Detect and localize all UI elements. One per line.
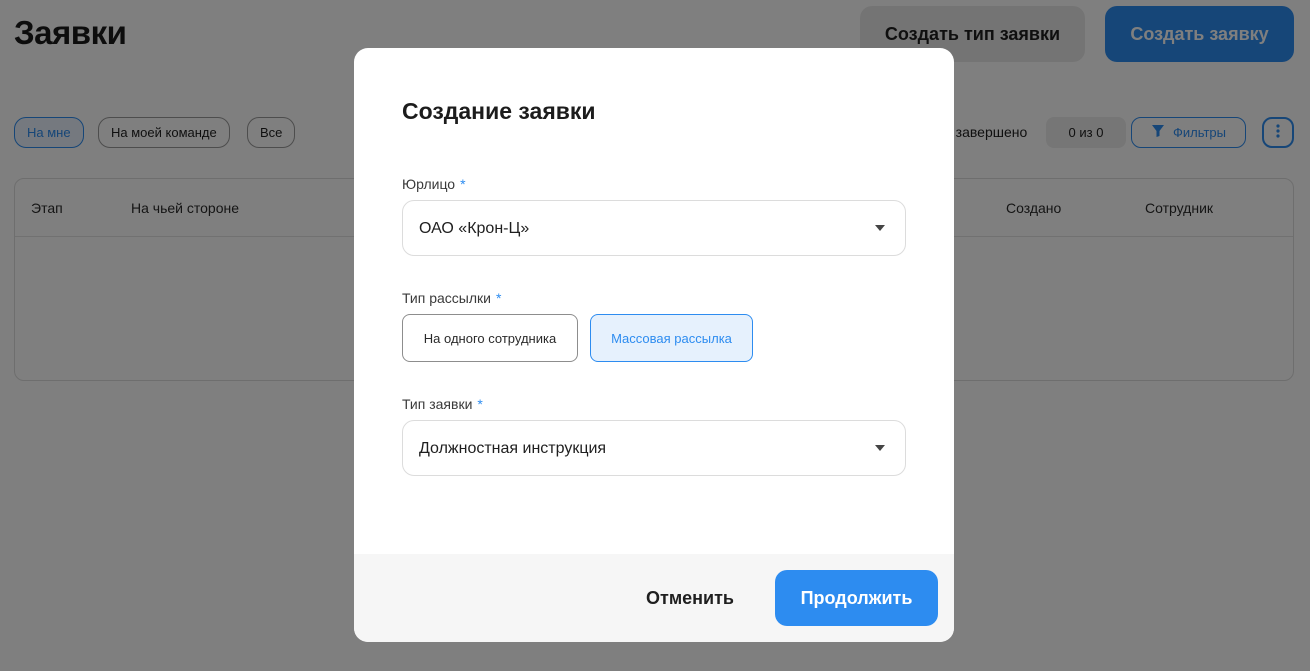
mailing-type-label-text: Тип рассылки [402, 290, 491, 306]
caret-down-icon [875, 445, 885, 451]
request-type-value: Должностная инструкция [419, 440, 607, 457]
modal-footer: Отменить Продолжить [354, 554, 954, 642]
caret-down-icon [875, 225, 885, 231]
required-mark: * [495, 290, 502, 306]
legal-entity-select[interactable]: ОАО «Крон-Ц» [402, 200, 906, 256]
modal-title: Создание заявки [402, 98, 596, 124]
cancel-button[interactable]: Отменить [630, 576, 750, 620]
request-type-label-text: Тип заявки [402, 396, 473, 412]
request-type-select[interactable]: Должностная инструкция [402, 420, 906, 476]
continue-button[interactable]: Продолжить [775, 570, 938, 626]
mailing-type-label: Тип рассылки * [402, 290, 501, 306]
request-type-label: Тип заявки * [402, 396, 483, 412]
mailing-option-mass[interactable]: Массовая рассылка [590, 314, 753, 362]
mailing-option-single[interactable]: На одного сотрудника [402, 314, 578, 362]
required-mark: * [460, 176, 466, 192]
create-request-modal: Создание заявки Юрлицо * ОАО «Крон-Ц» Тип… [354, 48, 954, 642]
legal-entity-label: Юрлицо * [402, 176, 466, 192]
legal-entity-label-text: Юрлицо [402, 176, 456, 192]
required-mark: * [477, 396, 483, 412]
legal-entity-value: ОАО «Крон-Ц» [419, 220, 530, 237]
